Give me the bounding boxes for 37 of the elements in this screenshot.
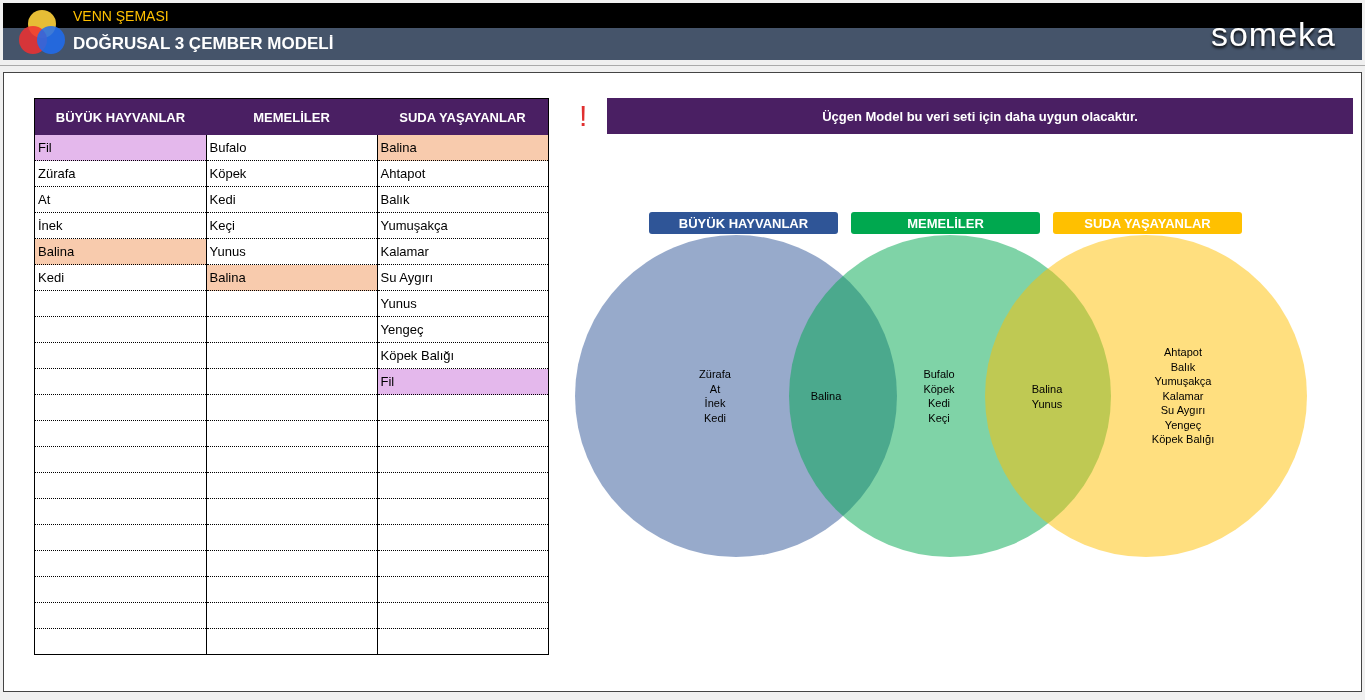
region-items: Zürafa At İnek Kedi [699, 367, 731, 425]
table-cell: Köpek [206, 160, 377, 187]
table-cell: Yunus [377, 290, 549, 317]
column-header: MEMELİLER [206, 98, 377, 135]
warning-mark: ! [579, 99, 589, 133]
table-cell: İnek [34, 212, 206, 239]
column-header: SUDA YAŞAYANLAR [377, 98, 549, 135]
table-cell: Balina [206, 264, 377, 291]
table-cell: Su Aygırı [377, 264, 549, 291]
overlap-items: Balina [810, 388, 842, 404]
table-cell: Yunus [206, 238, 377, 265]
set-label: BÜYÜK HAYVANLAR [649, 212, 838, 234]
notice-banner: Üçgen Model bu veri seti için daha uygun olacaktır. [607, 98, 1353, 134]
table-cell: Köpek Balığı [377, 342, 549, 369]
app-subtitle: VENN ŞEMASI [73, 7, 169, 24]
table-cell: Yengeç [377, 316, 549, 343]
table-cell: At [34, 186, 206, 213]
table-cell: Kalamar [377, 238, 549, 265]
region-items: Ahtapot Balık Yumuşakça Kalamar Su Aygırı Yengeç Köpek Balığı [1151, 345, 1215, 447]
table-cell: Kedi [206, 186, 377, 213]
table-cell: Balık [377, 186, 549, 213]
page-title: DOĞRUSAL 3 ÇEMBER MODELİ [73, 34, 334, 54]
region-items: Bufalo Köpek Kedi Keçi [923, 367, 955, 425]
overlap-items: Balina Yunus [1031, 381, 1063, 411]
table-cell: Bufalo [206, 135, 377, 161]
table-cell: Ahtapot [377, 160, 549, 187]
table-cell: Zürafa [34, 160, 206, 187]
set-label: MEMELİLER [851, 212, 1040, 234]
table-cell: Keçi [206, 212, 377, 239]
table-cell: Balina [377, 135, 549, 161]
table-cell: Kedi [34, 264, 206, 291]
table-cell: Balina [34, 238, 206, 265]
table-cell: Yumuşakça [377, 212, 549, 239]
table-cell: Fil [377, 368, 549, 395]
table-cell: Fil [34, 135, 206, 161]
set-label: SUDA YAŞAYANLAR [1053, 212, 1242, 234]
column-header: BÜYÜK HAYVANLAR [34, 98, 206, 135]
